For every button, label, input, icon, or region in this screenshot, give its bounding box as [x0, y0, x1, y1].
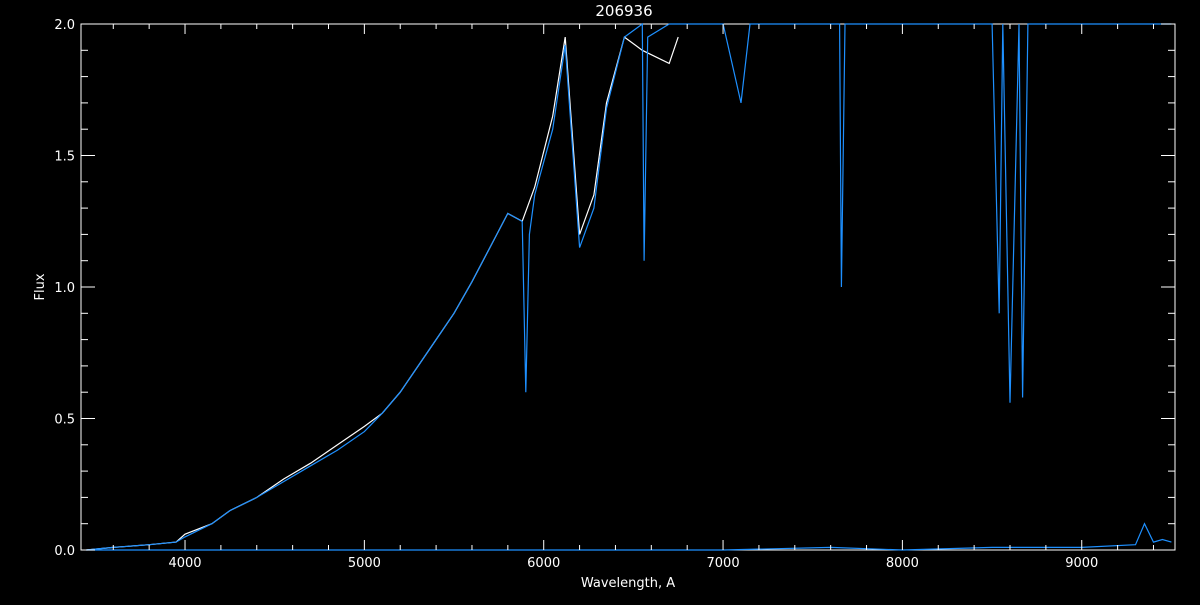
- x-tick-label: 4000: [168, 556, 201, 571]
- y-axis-title: Flux: [33, 273, 48, 300]
- series-line-1: [86, 22, 1172, 551]
- y-axis: 0.0 0.5 1.0 1.5 2.0: [54, 18, 1175, 559]
- y-tick-label: 0.5: [54, 413, 75, 428]
- series-line-2: [86, 522, 1172, 551]
- x-tick-label: 5000: [348, 556, 381, 571]
- series-layer: [86, 22, 1172, 551]
- chart-container: 206936 4000 5000 6000 7000 8000 9000 0.0 0.5 1.…: [0, 0, 1200, 600]
- y-tick-label: 0.0: [54, 544, 75, 559]
- series-line-0: [86, 36, 679, 551]
- plot-frame: [80, 23, 1176, 551]
- x-tick-label: 7000: [707, 556, 740, 571]
- y-tick-label: 1.0: [54, 281, 75, 296]
- x-axis-title: Wavelength, A: [581, 576, 675, 591]
- x-tick-label: 8000: [886, 556, 919, 571]
- chart-title: 206936: [595, 2, 652, 20]
- x-tick-label: 9000: [1065, 556, 1098, 571]
- y-tick-label: 2.0: [54, 18, 75, 33]
- y-tick-label: 1.5: [54, 150, 75, 165]
- x-tick-label: 6000: [527, 556, 560, 571]
- spectrum-chart: 206936 4000 5000 6000 7000 8000 9000 0.0 0.5 1.…: [33, 2, 1176, 591]
